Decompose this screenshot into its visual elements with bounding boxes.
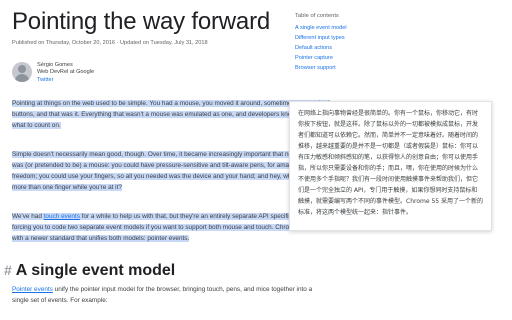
toc-item-browser-support[interactable]: Browser support [295,63,415,73]
section-heading: # A single event model [4,262,175,280]
publish-meta: Published on Thursday, October 20, 2016 … [12,40,208,46]
translation-popup: 在网络上指向事物曾经是很简单的。你有一个鼠标，你移动它，有时你按下按钮，就是这样… [289,101,492,231]
toc-item-single-event-model[interactable]: A single event model [295,23,415,33]
translation-text: 在网络上指向事物曾经是很简单的。你有一个鼠标，你移动它，有时你按下按钮，就是这样… [298,110,483,216]
paragraph-intro: Pointing at things on the web used to be… [12,98,330,131]
author-role: Web DevRel at Google [37,69,95,76]
table-of-contents: Table of contents A single event model D… [295,13,415,73]
paragraph-text: unify the pointer input model for the br… [12,286,313,304]
section-heading-text: A single event model [15,262,176,279]
author-twitter-link[interactable]: Twitter [37,77,94,84]
toc-item-default-actions[interactable]: Default actions [295,43,415,53]
toc-title: Table of contents [295,13,339,19]
touch-events-link[interactable]: touch events [43,213,80,220]
anchor-hash-icon[interactable]: # [4,262,12,278]
toc-item-different-input-types[interactable]: Different input types [295,33,415,43]
selected-text: Pointing at things on the web used to be… [12,100,330,129]
paragraph-pointer: Pointer events unify the pointer input m… [12,284,330,306]
paragraph-touch: We've had touch events for a while to he… [12,211,330,244]
selected-text: Simple doesn't necessarily mean good, th… [12,151,326,191]
author-card: Sérgio Gomes Web DevRel at Google Twitte… [12,62,94,84]
pointer-events-link[interactable]: Pointer events [12,286,53,293]
avatar [12,62,32,82]
author-name: Sérgio Gomes [37,62,73,68]
paragraph-simple: Simple doesn't necessarily mean good, th… [12,149,330,193]
toc-item-pointer-capture[interactable]: Pointer capture [295,53,415,63]
selected-text: We've had [12,213,44,220]
page-title: Pointing the way forward [12,8,271,35]
